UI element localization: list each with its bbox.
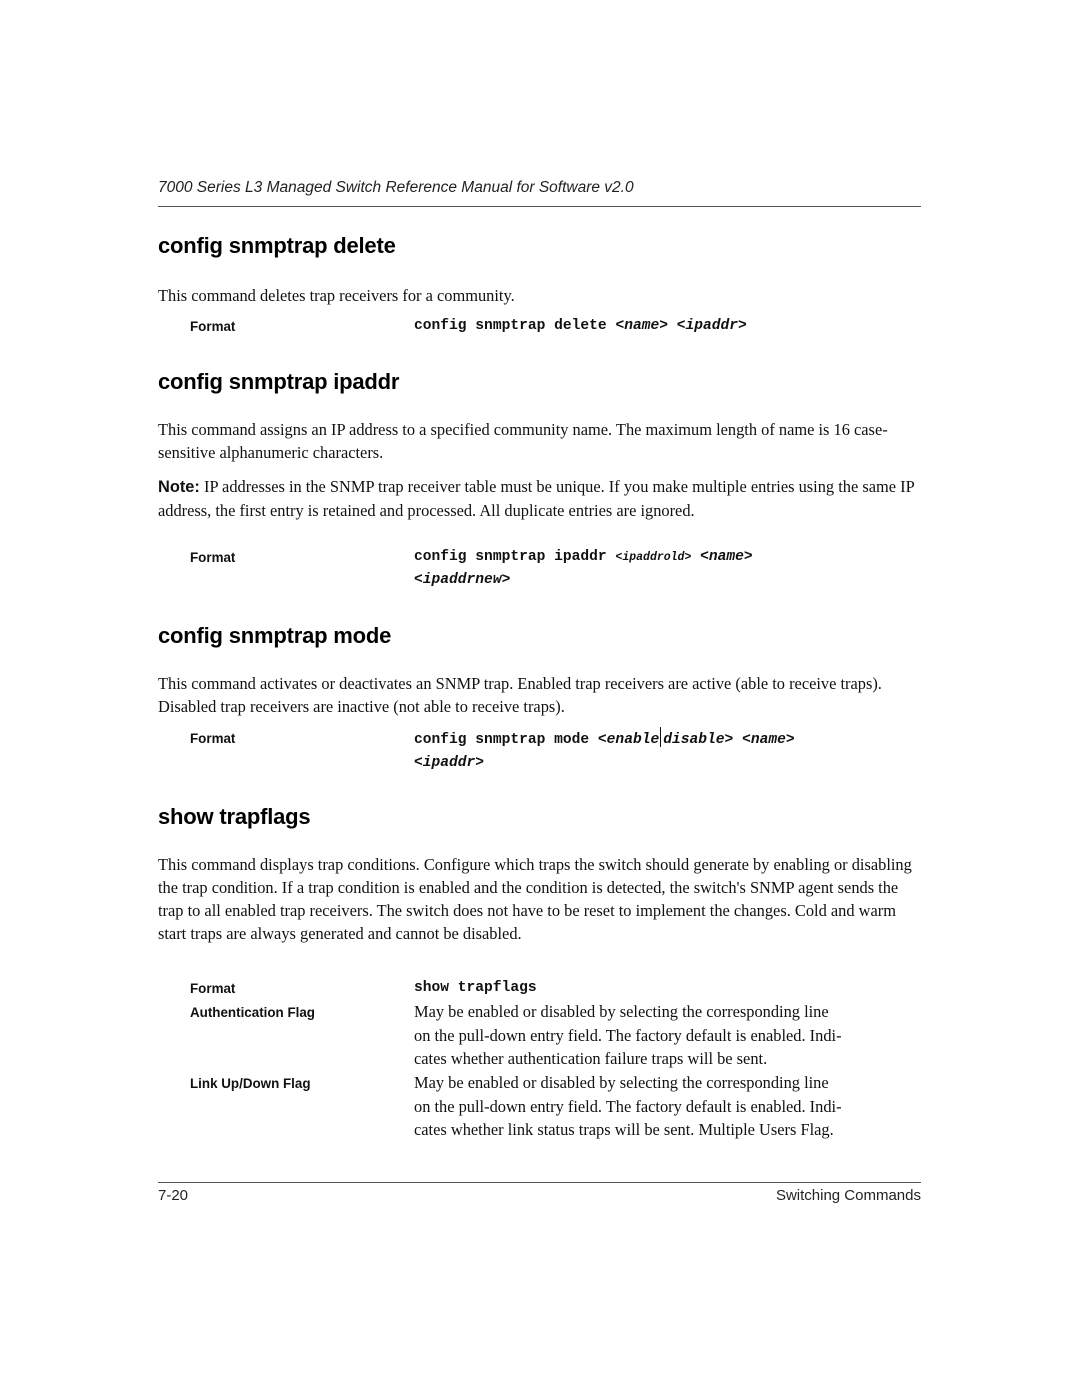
running-header: 7000 Series L3 Managed Switch Reference … bbox=[158, 179, 634, 196]
section-description: This command assigns an IP address to a … bbox=[158, 420, 888, 462]
description-line: on the pull-down entry field. The factor… bbox=[414, 1025, 842, 1045]
footer-rule bbox=[158, 1182, 921, 1183]
arg-ipaddr: <ipaddr> bbox=[676, 318, 747, 334]
format-syntax: config snmptrap delete <name> <ipaddr> bbox=[414, 315, 924, 338]
field-description-authentication-flag: May be enabled or disabled by selecting … bbox=[414, 1000, 924, 1071]
arg-name: <name> bbox=[615, 318, 668, 334]
format-syntax: config snmptrap ipaddr <ipaddrold> <name… bbox=[414, 546, 924, 592]
section-description: This command activates or deactivates an… bbox=[158, 674, 882, 716]
note-paragraph: Note: IP addresses in the SNMP trap rece… bbox=[158, 475, 921, 522]
chapter-title: Switching Commands bbox=[775, 1187, 921, 1204]
section-heading-show-trapflags: show trapflags bbox=[158, 804, 311, 829]
command-text: config snmptrap mode bbox=[414, 732, 598, 748]
description-line: on the pull-down entry field. The factor… bbox=[414, 1096, 842, 1116]
header-rule bbox=[158, 206, 921, 207]
arg-name: <name> bbox=[700, 549, 753, 565]
description-line: May be enabled or disabled by selecting … bbox=[414, 1073, 829, 1092]
arg-enable: <enable bbox=[597, 732, 660, 748]
arg-ipaddrnew: <ipaddrnew> bbox=[414, 572, 511, 588]
command-text: config snmptrap delete bbox=[414, 318, 616, 334]
note-label: Note: bbox=[158, 478, 200, 496]
description-line: May be enabled or disabled by selecting … bbox=[414, 1002, 829, 1021]
description-line: cates whether authentication failure tra… bbox=[414, 1049, 768, 1068]
command-text: show trapflags bbox=[414, 980, 537, 996]
arg-ipaddr: <ipaddr> bbox=[414, 755, 485, 771]
section-heading-snmptrap-ipaddr: config snmptrap ipaddr bbox=[158, 369, 400, 394]
note-text: IP addresses in the SNMP trap receiver t… bbox=[158, 477, 915, 520]
field-label-link-up-down-flag: Link Up/Down Flag bbox=[190, 1076, 311, 1091]
format-syntax: show trapflags bbox=[414, 977, 924, 1000]
section-description: This command displays trap conditions. C… bbox=[158, 855, 912, 943]
format-label: Format bbox=[190, 319, 236, 334]
format-label: Format bbox=[190, 550, 236, 565]
description-line: cates whether link status traps will be … bbox=[414, 1120, 834, 1139]
section-description: This command deletes trap receivers for … bbox=[158, 286, 515, 305]
separator-bar bbox=[660, 727, 662, 747]
field-description-link-up-down-flag: May be enabled or disabled by selecting … bbox=[414, 1071, 924, 1142]
command-text: config snmptrap ipaddr bbox=[414, 549, 616, 565]
arg-ipaddrold: <ipaddrold> bbox=[615, 551, 692, 564]
section-heading-snmptrap-mode: config snmptrap mode bbox=[158, 623, 392, 648]
page-number: 7-20 bbox=[158, 1187, 189, 1204]
format-syntax: config snmptrap mode <enable disable> <na… bbox=[414, 727, 924, 775]
format-label: Format bbox=[190, 981, 236, 996]
format-label: Format bbox=[190, 731, 236, 746]
section-heading-snmptrap-delete: config snmptrap delete bbox=[158, 233, 396, 258]
field-label-authentication-flag: Authentication Flag bbox=[190, 1005, 315, 1020]
arg-name: <name> bbox=[742, 732, 795, 748]
arg-disable: disable> bbox=[663, 732, 734, 748]
